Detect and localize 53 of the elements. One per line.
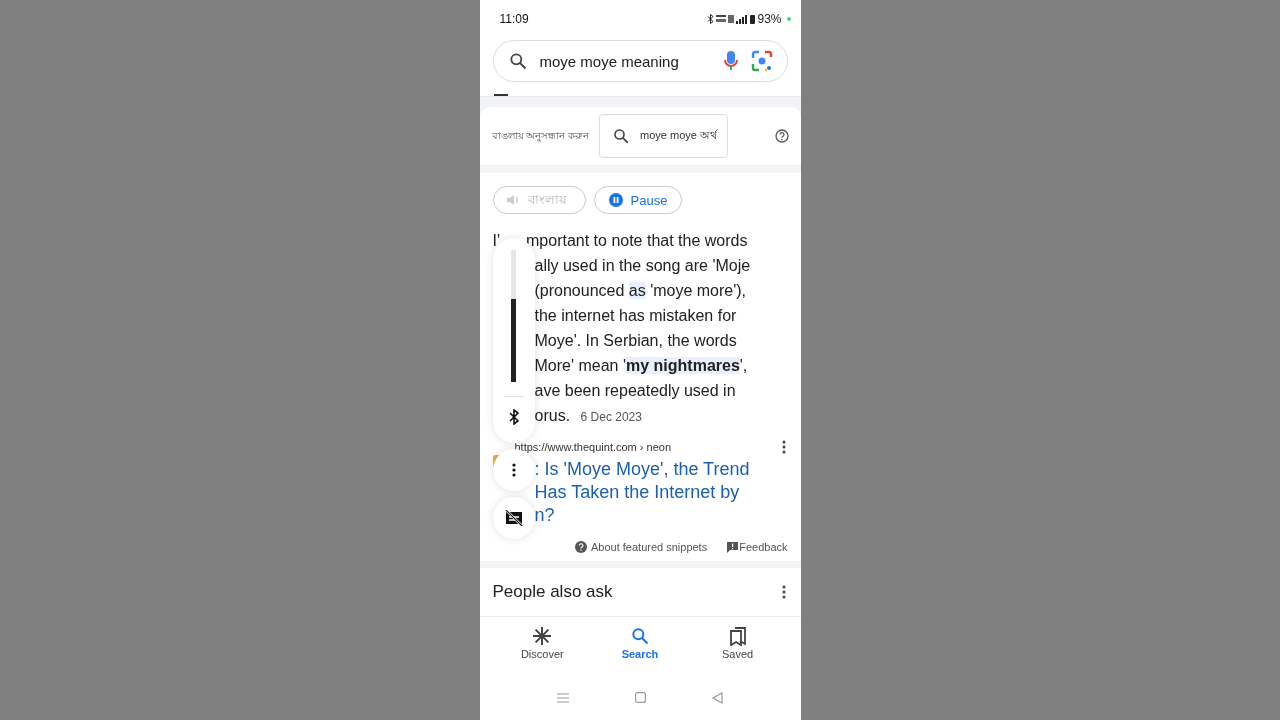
section-heading: People also ask [492,582,613,602]
snippet-date: 6 Dec 2023 [580,410,642,424]
volte-icon [728,15,735,23]
about-snippets-link[interactable]: About featured snippets [575,541,708,553]
snippet-text: mportant to note that the words [526,231,748,251]
nav-tab[interactable]: Search [605,625,675,675]
snippet-text: ave been repeatedly used in [534,382,736,399]
nav-tab[interactable]: Discover [507,625,578,675]
clock: 11:09 [499,12,529,26]
language-label: বাঙলায় অনুসন্ধান করুন [491,128,590,144]
search-icon [507,51,528,71]
back-icon[interactable] [712,691,723,704]
speaker-icon [505,194,520,206]
privacy-dot [786,17,791,21]
signal-icon [736,14,749,24]
search-chip[interactable]: moye moye অর্থ [599,114,728,158]
more-icon [511,463,516,477]
data-speed-icon [716,14,727,24]
captions-off-icon [504,510,523,526]
nav-tab[interactable]: Saved [702,625,773,675]
snippet-text: I' [492,231,500,251]
bluetooth-icon[interactable] [507,409,520,425]
feedback-link[interactable]: Feedback [727,541,788,553]
volume-slider[interactable] [511,250,516,382]
snippet-text: Moye'. In Serbian, the words [534,332,737,349]
asterisk-icon [532,626,553,646]
battery-percent: 93% [757,12,782,26]
help-icon[interactable] [774,129,789,143]
feedback-icon [727,541,739,553]
home-icon[interactable] [635,692,646,703]
source-url: https://www.thequint.com › neon [514,441,672,453]
search-query: moye moye meaning [539,52,680,70]
battery-icon [750,14,756,24]
snippet-text: (pronounced as 'moye more'), [534,282,747,299]
bookmarks-icon [727,626,748,646]
more-icon[interactable] [781,440,786,454]
result-title-link[interactable]: : Is 'Moye Moye', the Trend [534,458,788,481]
snippet-text: More' mean 'my nightmares', [534,357,748,374]
snippet-text: orus. [534,407,571,424]
search-icon [612,127,631,145]
captions-button[interactable] [492,497,535,539]
more-icon[interactable] [781,585,786,599]
help-icon [575,541,587,553]
pause-button[interactable]: Pause [593,186,683,214]
snippet-text: the internet has mistaken for [534,307,737,324]
result-title-link[interactable]: Has Taken the Internet by [534,481,788,504]
result-title-link[interactable]: n? [534,504,788,527]
search-icon [630,626,650,646]
camera-lens-icon[interactable] [750,50,773,72]
pause-icon [608,193,623,207]
bluetooth-icon [707,14,715,24]
microphone-icon[interactable] [722,50,739,72]
snippet-text: ally used in the song are 'Moje [534,257,751,274]
